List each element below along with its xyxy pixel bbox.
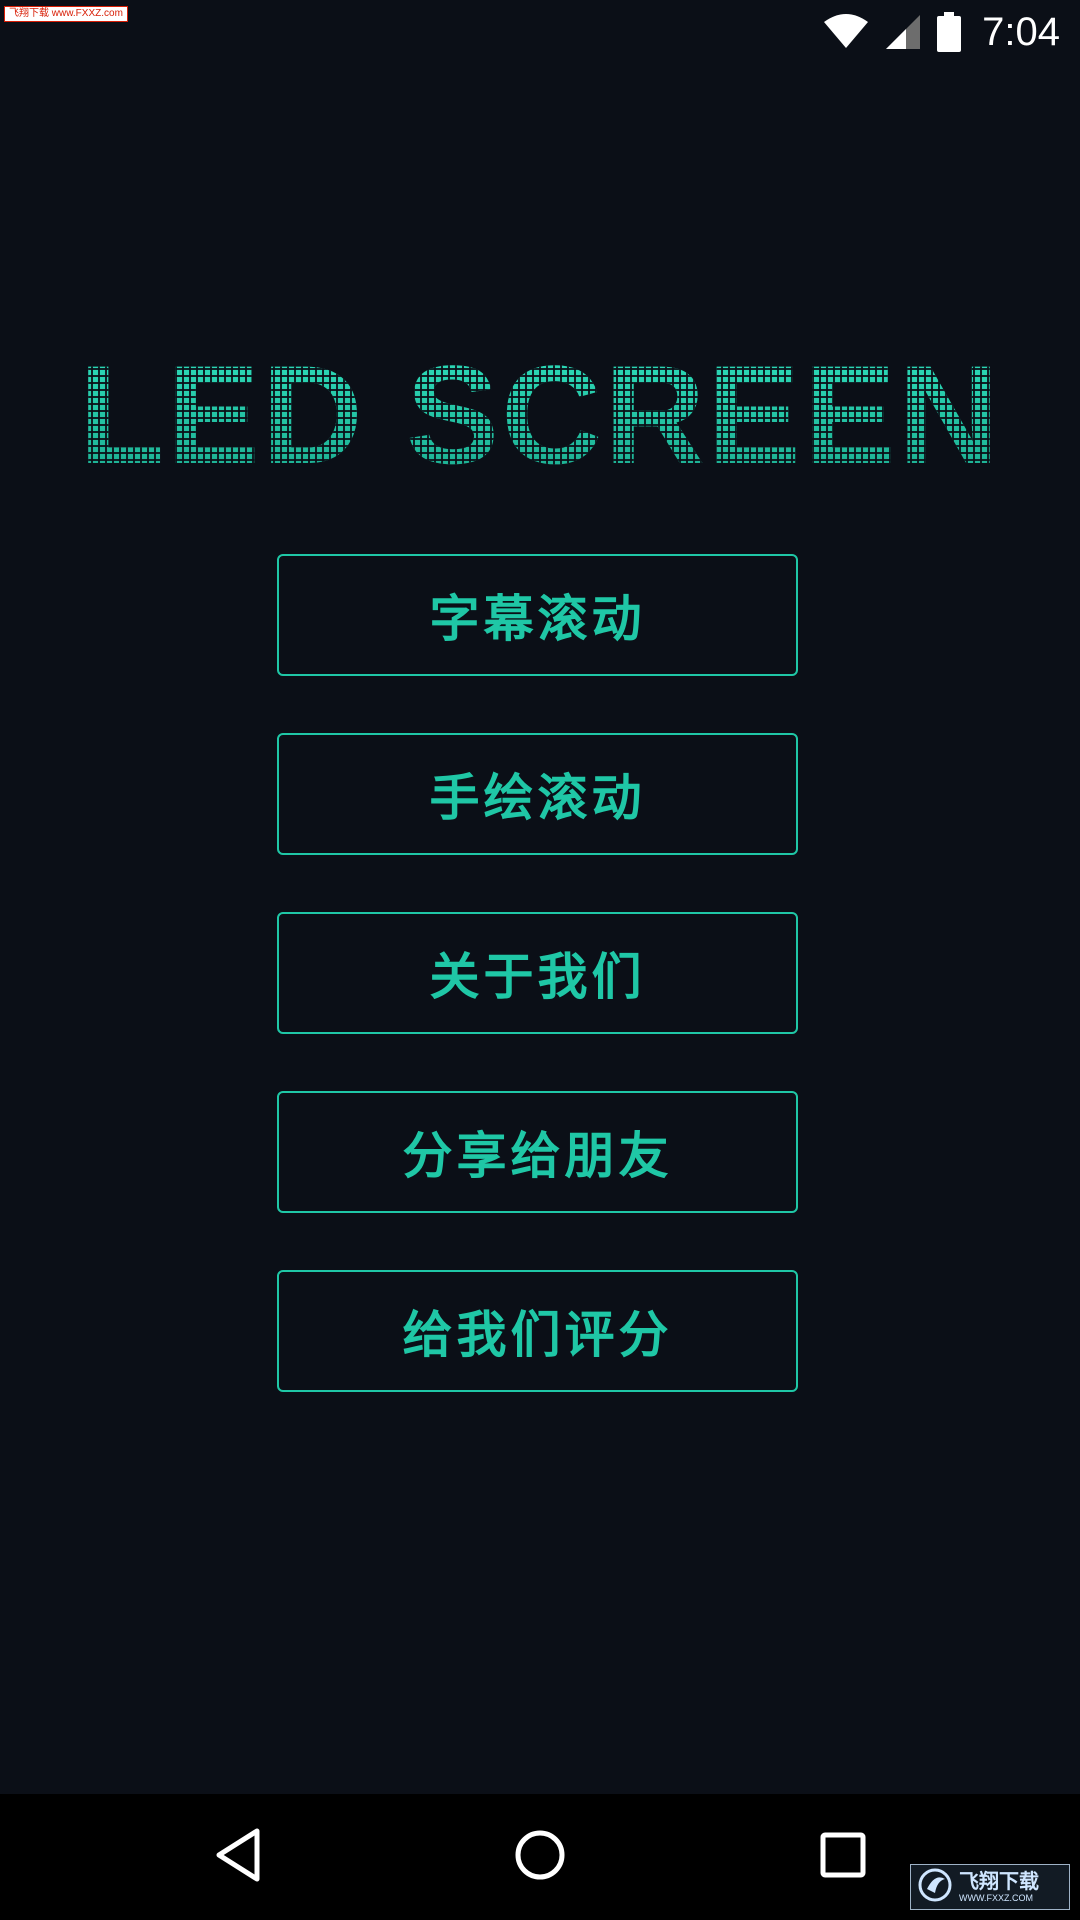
app-screen: 飞翔下载 www.FXXZ.com 7:04 LED SCREEN 字幕滚动 手…: [0, 0, 1080, 1920]
navigation-bar: 飞翔下载 WWW.FXXZ.COM: [0, 1794, 1080, 1920]
clock: 7:04: [982, 9, 1060, 54]
app-title: LED SCREEN: [0, 340, 1080, 490]
watermark-top: 飞翔下载 www.FXXZ.com: [4, 6, 128, 22]
about-us-button[interactable]: 关于我们: [277, 912, 798, 1034]
main-menu: 字幕滚动 手绘滚动 关于我们 分享给朋友 给我们评分: [277, 554, 802, 1449]
watermark-bottom: 飞翔下载 WWW.FXXZ.COM: [910, 1864, 1070, 1910]
recents-icon: [819, 1831, 867, 1883]
watermark-logo-icon: [917, 1867, 953, 1907]
status-icons: 7:04: [822, 0, 1060, 64]
watermark-cn: 飞翔下载: [959, 1869, 1039, 1893]
rate-us-button[interactable]: 给我们评分: [277, 1270, 798, 1392]
back-button[interactable]: [168, 1794, 308, 1920]
hand-drawn-scrolling-button[interactable]: 手绘滚动: [277, 733, 798, 855]
battery-icon: [936, 12, 962, 52]
share-with-friends-button[interactable]: 分享给朋友: [277, 1091, 798, 1213]
home-button[interactable]: [470, 1794, 610, 1920]
watermark-url: WWW.FXXZ.COM: [959, 1893, 1033, 1903]
recents-button[interactable]: [773, 1794, 913, 1920]
home-icon: [513, 1828, 567, 1886]
wifi-icon: [822, 14, 870, 50]
back-icon: [213, 1827, 263, 1887]
status-bar: 飞翔下载 www.FXXZ.com 7:04: [0, 0, 1080, 64]
watermark-text: 飞翔下载 WWW.FXXZ.COM: [959, 1871, 1039, 1903]
scrolling-subtitles-button[interactable]: 字幕滚动: [277, 554, 798, 676]
cell-signal-icon: [884, 13, 922, 51]
